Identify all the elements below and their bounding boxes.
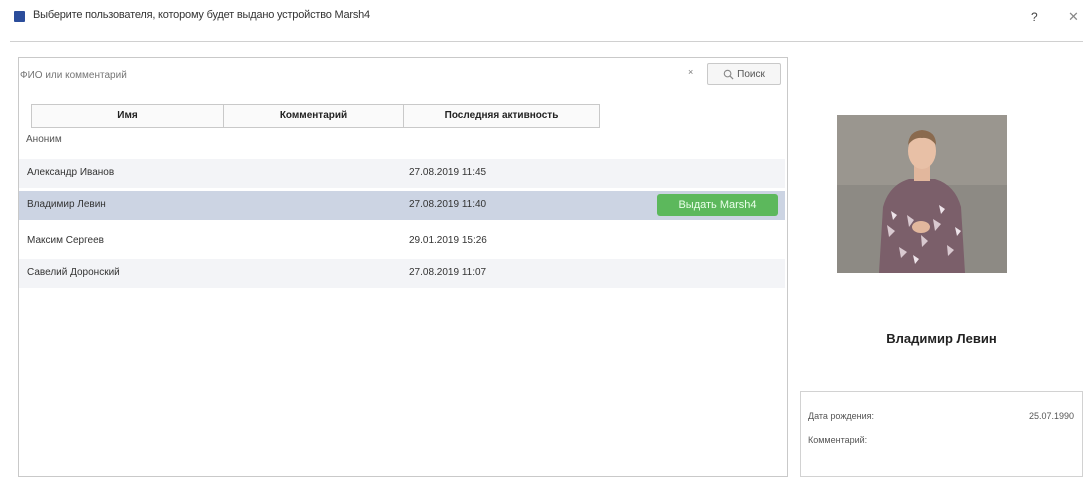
profile-info-box: Дата рождения: 25.07.1990 Комментарий:: [800, 391, 1083, 477]
profile-name: Владимир Левин: [886, 331, 997, 346]
column-header-name[interactable]: Имя: [32, 105, 224, 127]
column-header-last-activity[interactable]: Последняя активность: [404, 105, 599, 127]
row-name: Савелий Доронский: [27, 267, 120, 278]
close-button[interactable]: ✕: [1068, 9, 1079, 25]
table-row[interactable]: Савелий Доронский 27.08.2019 11:07: [19, 259, 785, 288]
group-label-anonymous: Аноним: [26, 134, 62, 145]
column-header-comment[interactable]: Комментарий: [224, 105, 404, 127]
row-name: Максим Сергеев: [27, 235, 104, 246]
search-icon: [723, 69, 734, 80]
issue-device-button[interactable]: Выдать Marsh4: [657, 194, 778, 216]
birth-date-value: 25.07.1990: [1029, 411, 1075, 421]
row-last-activity: 27.08.2019 11:07: [409, 267, 487, 278]
row-last-activity: 29.01.2019 15:26: [409, 235, 487, 246]
row-name: Владимир Левин: [27, 199, 106, 210]
table-row[interactable]: Александр Иванов 27.08.2019 11:45: [19, 159, 785, 188]
comment-label: Комментарий:: [808, 435, 868, 445]
search-button[interactable]: Поиск: [707, 63, 781, 85]
search-button-label: Поиск: [737, 68, 765, 80]
title-bar: Выберите пользователя, которому будет вы…: [0, 0, 1083, 30]
clear-search-icon[interactable]: ×: [688, 67, 693, 77]
row-last-activity: 27.08.2019 11:45: [409, 167, 487, 178]
search-input[interactable]: [18, 63, 682, 87]
help-button[interactable]: ?: [1031, 10, 1038, 24]
table-header: Имя Комментарий Последняя активность: [31, 104, 600, 128]
birth-date-label: Дата рождения:: [808, 411, 874, 421]
table-row[interactable]: Максим Сергеев 29.01.2019 15:26: [19, 227, 785, 256]
row-name: Александр Иванов: [27, 167, 115, 178]
app-icon: [14, 11, 25, 22]
row-last-activity: 27.08.2019 11:40: [409, 199, 487, 210]
table-row-selected[interactable]: Владимир Левин 27.08.2019 11:40 Выдать M…: [19, 191, 785, 220]
window-title: Выберите пользователя, которому будет вы…: [33, 9, 370, 21]
user-photo: [837, 115, 1007, 273]
